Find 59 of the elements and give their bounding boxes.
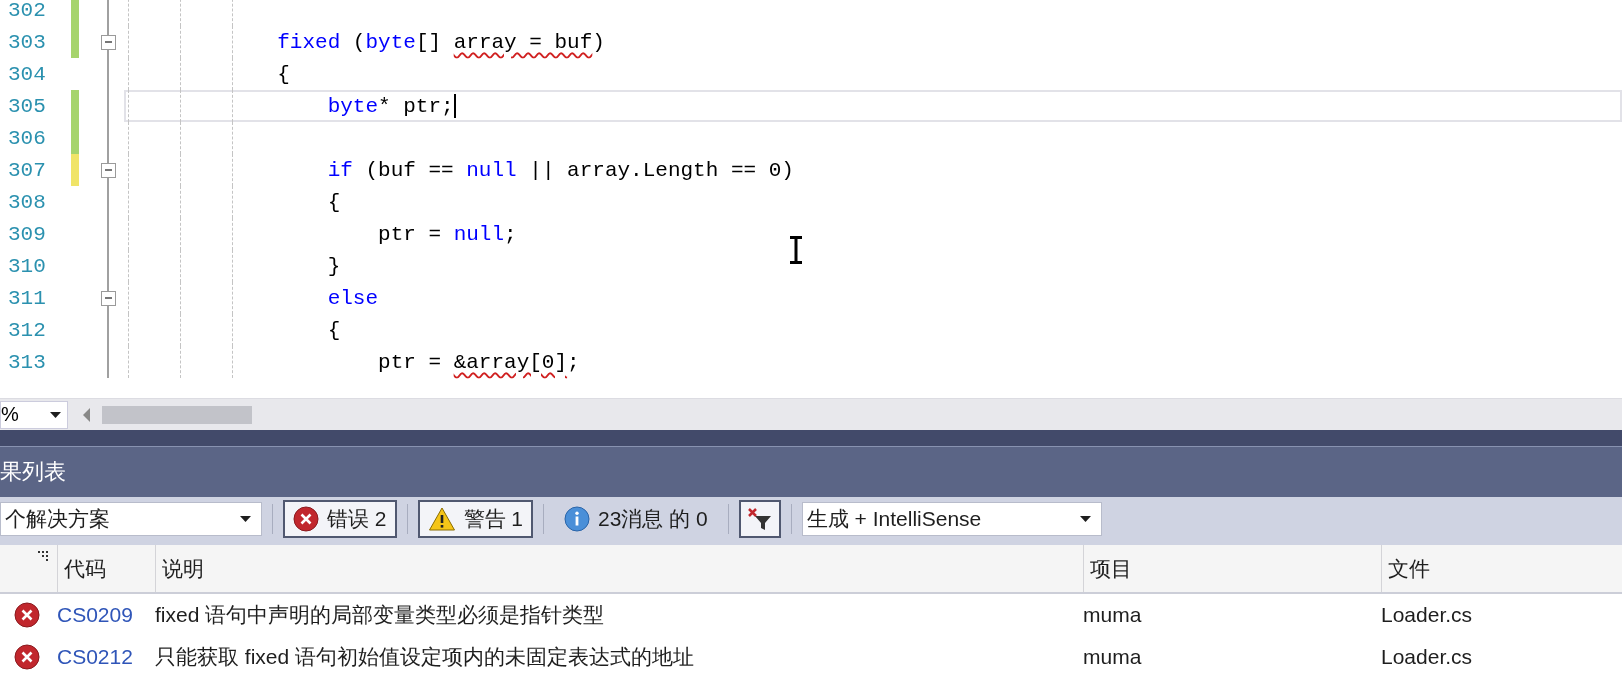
table-cell-text: muma bbox=[1083, 603, 1143, 627]
table-cell-text: Loader.cs bbox=[1381, 603, 1474, 627]
table-cell-text: 只能获取 fixed 语句初始值设定项内的未固定表达式的地址 bbox=[155, 644, 696, 670]
collapse-button[interactable] bbox=[100, 162, 116, 178]
line-number: 307 bbox=[7, 158, 47, 182]
error-code-link[interactable]: CS0212 bbox=[57, 645, 155, 669]
column-options-icon[interactable] bbox=[38, 551, 48, 561]
collapse-button[interactable] bbox=[100, 34, 116, 50]
line-number: 303 bbox=[7, 30, 47, 54]
code-line: else bbox=[326, 286, 379, 310]
table-cell-text: muma bbox=[1083, 645, 1143, 669]
dropdown-arrow-icon bbox=[240, 516, 251, 522]
collapse-button[interactable] bbox=[100, 290, 116, 306]
code-line: } bbox=[326, 254, 341, 278]
info-icon bbox=[564, 506, 591, 532]
error-icon bbox=[293, 506, 319, 532]
scope-dropdown[interactable]: 个解决方案 bbox=[0, 502, 262, 536]
code-line: { bbox=[326, 318, 341, 342]
line-number: 305 bbox=[7, 94, 47, 118]
error-code-link[interactable]: CS0209 bbox=[57, 603, 155, 627]
dropdown-arrow-icon bbox=[50, 411, 61, 418]
line-number: 308 bbox=[7, 190, 47, 214]
warning-icon bbox=[427, 506, 456, 532]
code-line: { bbox=[326, 190, 341, 214]
info-filter-button[interactable]: 23消息 的 0 bbox=[554, 500, 718, 538]
text-cursor-icon bbox=[789, 236, 803, 264]
error-icon bbox=[14, 602, 40, 628]
error-icon bbox=[14, 644, 40, 670]
warning-filter-button[interactable]: 警告 1 bbox=[417, 500, 534, 538]
column-header[interactable]: 文件 bbox=[1388, 554, 1430, 583]
scrollbar-thumb[interactable] bbox=[102, 405, 252, 424]
source-dropdown[interactable]: 生成 + IntelliSense bbox=[801, 502, 1102, 536]
table-cell-text: fixed 语句中声明的局部变量类型必须是指针类型 bbox=[155, 602, 606, 628]
filter-icon bbox=[746, 507, 773, 531]
line-number: 302 bbox=[7, 0, 47, 22]
line-number: 311 bbox=[7, 286, 47, 310]
clear-filter-button[interactable] bbox=[738, 500, 781, 538]
code-line: { bbox=[276, 62, 290, 86]
code-line: fixed (byte[] array = buf) bbox=[276, 30, 605, 54]
column-header[interactable]: 项目 bbox=[1090, 554, 1132, 583]
line-number: 313 bbox=[7, 350, 47, 374]
column-header[interactable]: 代码 bbox=[64, 554, 106, 583]
dropdown-arrow-icon bbox=[1079, 516, 1091, 522]
scroll-left-icon[interactable] bbox=[82, 407, 92, 422]
code-line: ptr = &array[0]; bbox=[377, 350, 580, 374]
line-number: 312 bbox=[7, 318, 47, 342]
line-number: 306 bbox=[7, 126, 47, 150]
code-line: byte* ptr; bbox=[326, 94, 456, 118]
zoom-dropdown[interactable]: % bbox=[0, 400, 68, 429]
panel-splitter[interactable] bbox=[0, 430, 1622, 447]
table-cell-text: Loader.cs bbox=[1381, 645, 1474, 669]
error-filter-button[interactable]: 错误 2 bbox=[283, 500, 397, 538]
panel-title: 果列表 bbox=[0, 458, 66, 486]
line-number: 309 bbox=[7, 222, 47, 246]
line-number: 310 bbox=[7, 254, 47, 278]
column-header[interactable]: 说明 bbox=[162, 554, 204, 583]
line-number: 304 bbox=[7, 62, 47, 86]
code-line: ptr = null; bbox=[377, 222, 517, 246]
code-line: if (buf == null || array.Length == 0) bbox=[326, 158, 794, 182]
